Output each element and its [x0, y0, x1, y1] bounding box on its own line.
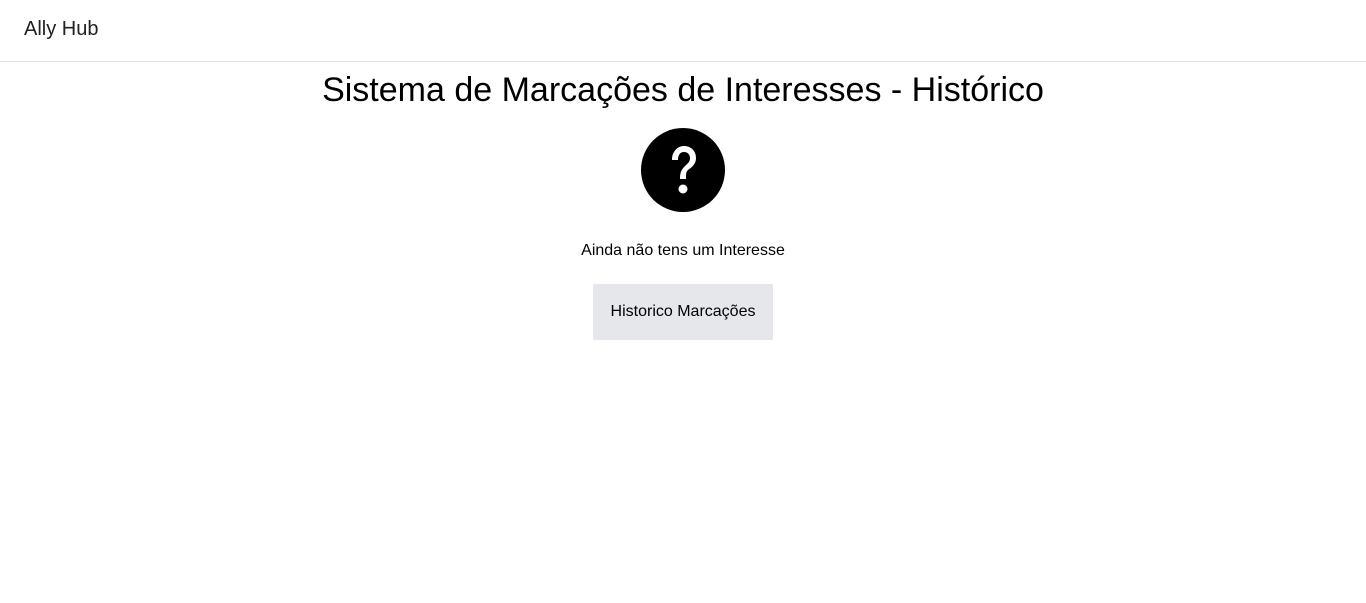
- brand-link[interactable]: Ally Hub: [24, 17, 98, 41]
- help-circle-icon: [641, 128, 725, 212]
- history-button[interactable]: Historico Marcações: [593, 284, 773, 340]
- page-title: Sistema de Marcações de Interesses - His…: [322, 71, 1044, 109]
- empty-state-message: Ainda não tens um Interesse: [581, 242, 785, 259]
- top-bar: Ally Hub: [0, 0, 1366, 62]
